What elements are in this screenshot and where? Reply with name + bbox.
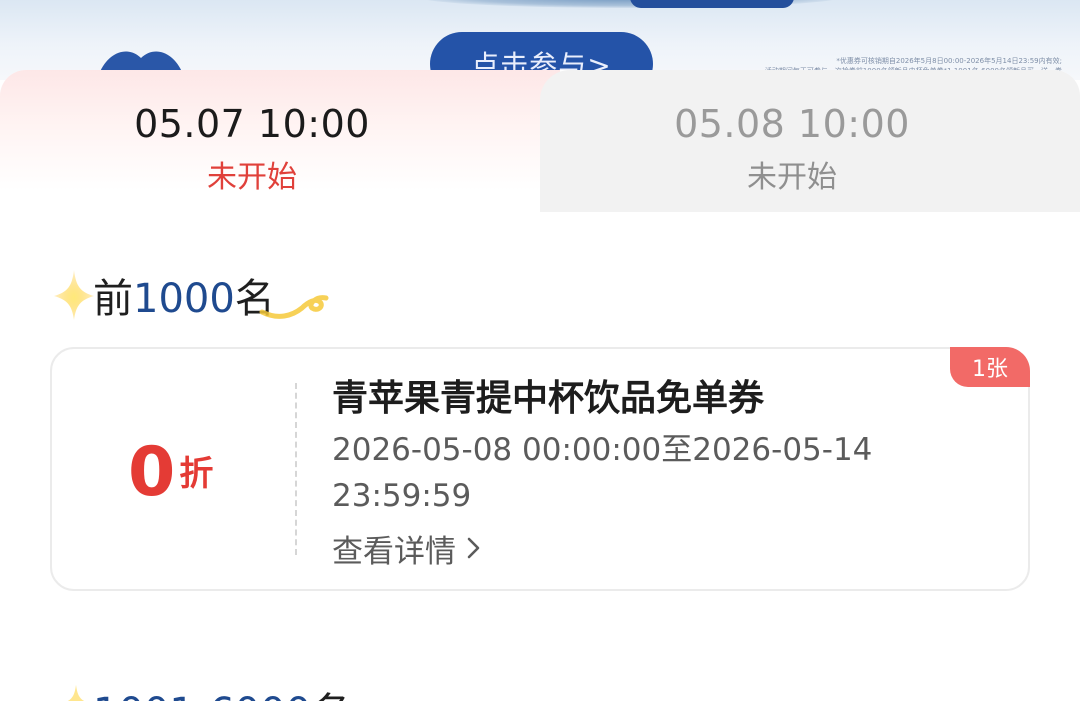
- sparkle-star-icon: [54, 270, 94, 320]
- coupon-divider: [295, 383, 297, 555]
- fine-print-line-1: *优惠券可核销期自2026年5月8日00:00-2026年5月14日23:59内…: [836, 57, 1062, 65]
- promo-banner[interactable]: 点击参与> *优惠券可核销期自2026年5月8日00:00-2026年5月14日…: [0, 0, 1080, 80]
- sparkle-star-icon: [67, 684, 85, 701]
- coupon-page: 点击参与> *优惠券可核销期自2026年5月8日00:00-2026年5月14日…: [0, 0, 1080, 701]
- view-details-link[interactable]: 查看详情: [332, 525, 482, 571]
- banner-top-pill: [630, 0, 794, 8]
- tab-1-status: 未开始: [207, 160, 297, 195]
- section-2-title-suffix: 名: [311, 690, 351, 701]
- view-details-label: 查看详情: [332, 533, 456, 570]
- discount-value: 0: [128, 433, 176, 512]
- section-title-prefix: 前: [93, 276, 133, 322]
- session-tabs: 05.07 10:00 未开始 05.08 10:00 未开始: [0, 70, 1080, 212]
- tab-1-time: 05.07 10:00: [134, 102, 370, 146]
- chevron-right-icon: [467, 537, 480, 559]
- swirl-icon: [259, 295, 329, 319]
- section-2-title-number: 1001-6000: [93, 690, 311, 701]
- coupon-name: 青苹果青提中杯饮品免单券: [332, 378, 765, 415]
- discount-unit: 折: [179, 454, 214, 494]
- section-title-1001-6000: 1001-6000名: [93, 680, 351, 701]
- coupon-validity-period: 2026-05-08 00:00:00至2026-05-14 23:59:59: [332, 432, 873, 514]
- tab-2-status: 未开始: [747, 160, 837, 195]
- section-title-top-1000: 前1000名: [93, 266, 275, 322]
- tab-2-time: 05.08 10:00: [674, 102, 910, 146]
- section-title-number: 1000: [133, 276, 235, 322]
- coupon-card[interactable]: 1张 0折 青苹果青提中杯饮品免单券 2026-05-08 00:00:00至2…: [50, 347, 1030, 591]
- coupon-discount: 0折: [128, 433, 238, 513]
